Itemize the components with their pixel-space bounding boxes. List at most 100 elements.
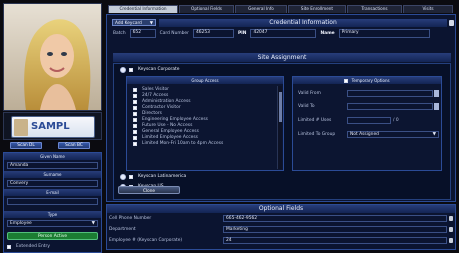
scan-bc-button[interactable]: Scan BC	[58, 142, 90, 149]
credential-menu-icon[interactable]	[449, 20, 454, 26]
photo-panel	[3, 3, 102, 111]
email-label: E-mail	[4, 189, 101, 196]
site-latinamerica-checkbox[interactable]	[129, 175, 133, 179]
tab-optional-fields[interactable]: Optional Fields	[179, 5, 234, 13]
license-plate-image: SAMPL	[11, 116, 95, 138]
temporary-options-panel: Temporary Options Valid From Valid To Li…	[292, 76, 442, 171]
add-keycard-label: Add Keycard	[115, 21, 142, 26]
optional-fields-panel: Optional Fields Cell Phone Number 665-46…	[106, 204, 456, 250]
temporary-options-checkbox[interactable]	[344, 79, 349, 83]
limited-to-group-label: Limited To Group	[298, 132, 336, 137]
expand-icon[interactable]	[120, 174, 126, 180]
tab-credential-information[interactable]: Credential Information	[108, 5, 178, 13]
credential-header: Credential Information	[159, 19, 447, 27]
trash-icon[interactable]	[449, 227, 453, 234]
valid-to-label: Valid To	[298, 104, 315, 109]
valid-to-calendar-icon[interactable]	[434, 103, 439, 110]
person-fields: Given Name Amanda Surname Convery E-mail…	[3, 152, 102, 253]
chevron-down-icon: ▼	[432, 132, 436, 137]
tab-site-enrollment[interactable]: Site Enrollment	[288, 5, 346, 13]
site-row-latinamerica[interactable]: Keyscan Latinamerica	[120, 174, 300, 180]
optional-row-value[interactable]: Marketing	[223, 226, 447, 233]
pin-input[interactable]: 42047	[250, 29, 317, 38]
limited-uses-label: Limited # Uses	[298, 118, 332, 123]
extended-entry-checkbox[interactable]	[7, 245, 11, 249]
optional-row-label: Cell Phone Number	[109, 216, 152, 221]
trash-icon[interactable]	[449, 238, 453, 245]
credential-header-text: Credential Information	[269, 19, 337, 26]
card-number-input[interactable]: 46253	[192, 29, 234, 38]
scan-dl-button[interactable]: Scan DL	[10, 142, 42, 149]
group-access-checkbox[interactable]	[133, 118, 137, 122]
valid-from-input[interactable]	[347, 90, 433, 97]
person-photo	[4, 4, 101, 110]
credential-panel: Add Keycard ▼ Credential Information Bat…	[106, 14, 456, 202]
group-access-checkbox[interactable]	[133, 94, 137, 98]
type-select[interactable]: Employee ▼	[7, 220, 98, 227]
group-access-checkbox[interactable]	[133, 112, 137, 116]
name-label: Name	[320, 30, 335, 36]
optional-row-value[interactable]: 665-462-9562	[223, 215, 447, 222]
group-access-checkbox[interactable]	[133, 106, 137, 110]
limited-uses-suffix: / 0	[393, 118, 399, 123]
site-assignment-area: Keyscan Corporate Group Access Sales Vis…	[113, 63, 451, 200]
site-assignment-header: Site Assignment	[113, 53, 451, 62]
group-access-checkbox[interactable]	[133, 142, 137, 146]
pin-label: PIN	[237, 30, 247, 36]
scroll-thumb[interactable]	[279, 92, 282, 122]
group-access-checkbox[interactable]	[133, 130, 137, 134]
site-latinamerica-label: Keyscan Latinamerica	[138, 174, 187, 179]
extended-entry-row[interactable]: Extended Entry	[7, 244, 98, 250]
site-corporate-checkbox[interactable]	[129, 68, 133, 72]
valid-from-calendar-icon[interactable]	[434, 90, 439, 97]
chevron-down-icon: ▼	[149, 21, 153, 26]
group-access-items: Sales Visitor 24/7 Access Administration…	[133, 87, 273, 169]
trash-icon[interactable]	[449, 216, 453, 223]
batch-input[interactable]: 652	[129, 29, 156, 38]
temporary-options-header: Temporary Options	[293, 77, 441, 84]
batch-label: Batch	[113, 30, 126, 36]
given-name-label: Given Name	[4, 153, 101, 160]
group-access-checkbox[interactable]	[133, 136, 137, 140]
optional-row-label: Employee # (Keyscan Corporate)	[109, 238, 183, 243]
temporary-options-title: Temporary Options	[351, 78, 390, 83]
card-number-label: Card Number	[159, 30, 189, 36]
surname-input[interactable]: Convery	[7, 180, 98, 187]
group-access-item[interactable]: Limited Mon-Fri 10am to 4pm Access	[133, 141, 273, 147]
type-select-value: Employee	[10, 221, 32, 226]
surname-label: Surname	[4, 171, 101, 178]
site-corporate-label: Keyscan Corporate	[138, 67, 180, 72]
credential-fields-row: Batch 652 Card Number 46253 PIN 42047 Na…	[113, 29, 451, 38]
limited-uses-input[interactable]	[347, 117, 391, 124]
plate-text: SAMPL	[31, 121, 70, 132]
tabs-bar: Credential Information Optional Fields G…	[106, 3, 456, 13]
expand-icon[interactable]	[120, 67, 126, 73]
valid-from-label: Valid From	[298, 91, 321, 96]
type-label: Type	[4, 211, 101, 218]
limited-to-group-value: Not Assigned	[350, 132, 379, 137]
extended-entry-label: Extended Entry	[16, 244, 50, 249]
tab-general-info[interactable]: General Info	[235, 5, 287, 13]
add-keycard-select[interactable]: Add Keycard ▼	[112, 19, 156, 26]
limited-to-group-select[interactable]: Not Assigned ▼	[347, 131, 439, 138]
plate-portrait	[14, 119, 28, 136]
group-access-checkbox[interactable]	[133, 88, 137, 92]
tab-transactions[interactable]: Transactions	[347, 5, 402, 13]
valid-to-input[interactable]	[347, 103, 433, 110]
group-access-checkbox[interactable]	[133, 100, 137, 104]
clone-button[interactable]: Clone	[118, 186, 180, 194]
group-access-list: Group Access Sales Visitor 24/7 Access A…	[126, 76, 284, 171]
site-row-corporate[interactable]: Keyscan Corporate	[120, 67, 270, 73]
optional-row-value[interactable]: 24	[223, 237, 447, 244]
chevron-down-icon: ▼	[91, 221, 95, 226]
name-input[interactable]: Primary	[338, 29, 430, 38]
tab-visits[interactable]: Visits	[403, 5, 453, 13]
given-name-input[interactable]: Amanda	[7, 162, 98, 169]
group-access-scrollbar[interactable]	[277, 86, 282, 169]
optional-row-label: Department	[109, 227, 136, 232]
license-panel: SAMPL	[3, 112, 102, 140]
status-pill: Person Active	[7, 232, 98, 240]
email-input[interactable]	[7, 198, 98, 205]
group-access-checkbox[interactable]	[133, 124, 137, 128]
group-access-header: Group Access	[127, 77, 283, 84]
